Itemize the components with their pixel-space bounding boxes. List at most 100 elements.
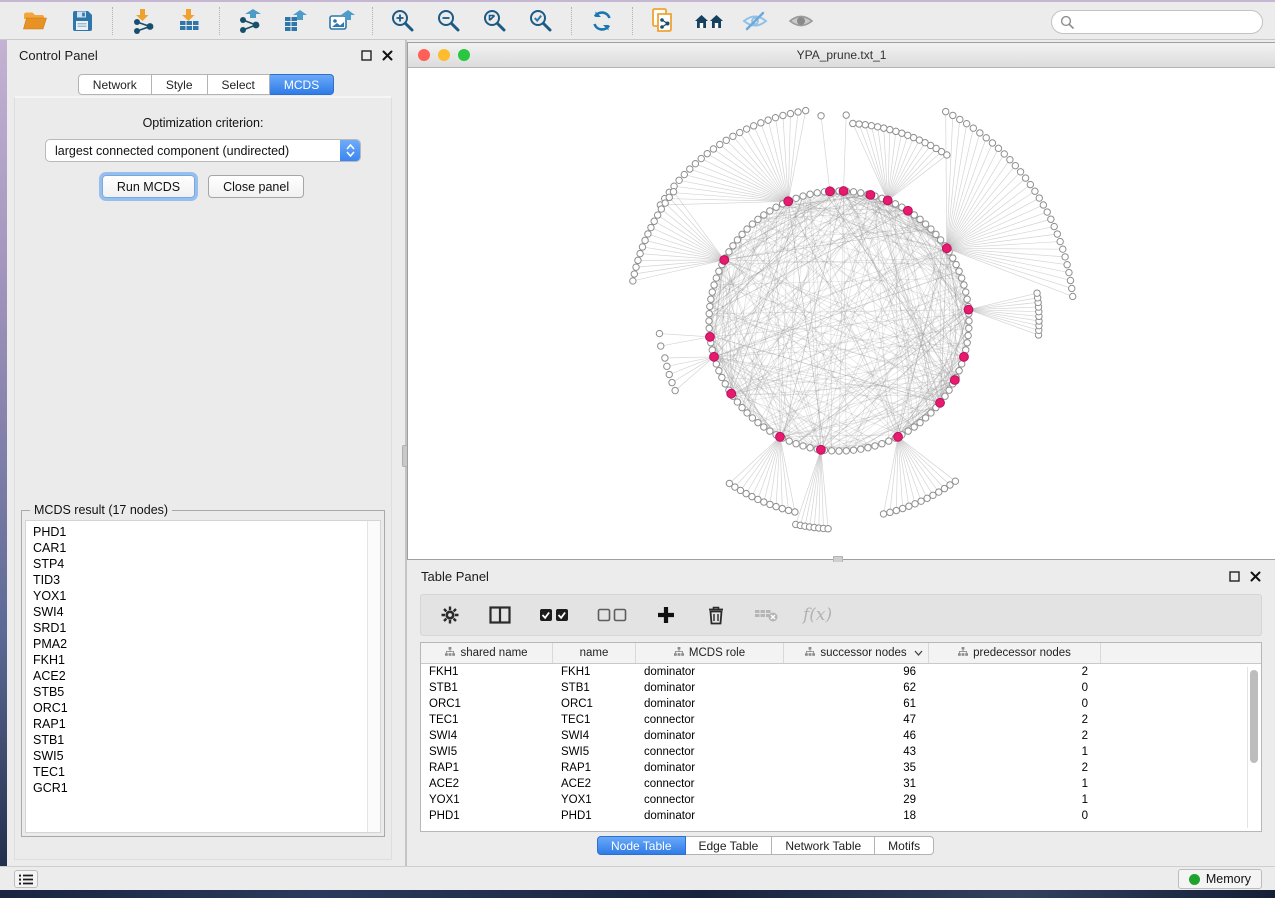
table-cell[interactable]: STB1: [553, 682, 636, 694]
table-cell[interactable]: TEC1: [421, 714, 553, 726]
tab-network-table[interactable]: Network Table: [772, 836, 875, 855]
table-row[interactable]: YOX1YOX1connector291: [421, 792, 1261, 808]
table-cell[interactable]: SWI5: [553, 746, 636, 758]
mcds-list-scrollbar[interactable]: [367, 521, 380, 832]
close-panel-icon[interactable]: [382, 50, 393, 61]
mcds-result-item[interactable]: ORC1: [26, 700, 380, 716]
column-header-MCDS-role[interactable]: MCDS role: [636, 643, 784, 663]
table-row[interactable]: ORC1ORC1dominator610: [421, 696, 1261, 712]
mcds-result-item[interactable]: CAR1: [26, 540, 380, 556]
mcds-result-item[interactable]: PHD1: [26, 524, 380, 540]
column-header-shared-name[interactable]: shared name: [421, 643, 553, 663]
import-network-icon[interactable]: [123, 5, 163, 37]
mcds-result-item[interactable]: TEC1: [26, 764, 380, 780]
run-mcds-button[interactable]: Run MCDS: [102, 175, 195, 198]
duplicate-network-icon[interactable]: [643, 5, 683, 37]
show-all-icon[interactable]: [781, 5, 821, 37]
column-header-predecessor-nodes[interactable]: predecessor nodes: [929, 643, 1101, 663]
table-cell[interactable]: RAP1: [553, 762, 636, 774]
mcds-result-list[interactable]: PHD1CAR1STP4TID3YOX1SWI4SRD1PMA2FKH1ACE2…: [25, 520, 381, 833]
network-canvas[interactable]: [408, 68, 1275, 559]
table-cell[interactable]: 0: [929, 682, 1101, 694]
select-all-checkboxes-icon[interactable]: [537, 602, 571, 628]
tab-select[interactable]: Select: [208, 74, 270, 95]
table-cell[interactable]: ORC1: [553, 698, 636, 710]
hide-selected-icon[interactable]: [735, 5, 775, 37]
mcds-result-item[interactable]: TID3: [26, 572, 380, 588]
table-cell[interactable]: 1: [929, 794, 1101, 806]
table-cell[interactable]: dominator: [636, 810, 784, 822]
table-cell[interactable]: SWI5: [421, 746, 553, 758]
table-row[interactable]: RAP1RAP1dominator352: [421, 760, 1261, 776]
zoom-in-icon[interactable]: [383, 5, 423, 37]
table-cell[interactable]: dominator: [636, 682, 784, 694]
table-cell[interactable]: FKH1: [553, 666, 636, 678]
table-cell[interactable]: 2: [929, 714, 1101, 726]
import-table-icon[interactable]: [169, 5, 209, 37]
table-cell[interactable]: 2: [929, 666, 1101, 678]
table-cell[interactable]: SWI4: [553, 730, 636, 742]
refresh-icon[interactable]: [582, 5, 622, 37]
search-field[interactable]: [1051, 10, 1263, 34]
table-cell[interactable]: 62: [784, 682, 929, 694]
tab-network[interactable]: Network: [78, 74, 152, 95]
close-table-panel-icon[interactable]: [1250, 571, 1261, 582]
table-cell[interactable]: 43: [784, 746, 929, 758]
float-window-icon[interactable]: [361, 50, 372, 61]
add-column-icon[interactable]: [653, 602, 679, 628]
column-layout-icon[interactable]: [487, 602, 513, 628]
table-cell[interactable]: YOX1: [421, 794, 553, 806]
mcds-result-item[interactable]: SWI4: [26, 604, 380, 620]
table-cell[interactable]: SWI4: [421, 730, 553, 742]
optimization-criterion-dropdown[interactable]: largest connected component (undirected): [45, 139, 361, 162]
table-cell[interactable]: 96: [784, 666, 929, 678]
search-input[interactable]: [1078, 15, 1262, 29]
table-cell[interactable]: RAP1: [421, 762, 553, 774]
table-cell[interactable]: TEC1: [553, 714, 636, 726]
table-cell[interactable]: connector: [636, 778, 784, 790]
network-window-titlebar[interactable]: YPA_prune.txt_1: [408, 43, 1275, 68]
mcds-result-item[interactable]: STP4: [26, 556, 380, 572]
table-cell[interactable]: connector: [636, 746, 784, 758]
table-cell[interactable]: dominator: [636, 762, 784, 774]
table-cell[interactable]: 35: [784, 762, 929, 774]
table-cell[interactable]: 47: [784, 714, 929, 726]
export-network-icon[interactable]: [230, 5, 270, 37]
export-image-icon[interactable]: [322, 5, 362, 37]
first-neighbors-icon[interactable]: [689, 5, 729, 37]
mcds-result-item[interactable]: STB1: [26, 732, 380, 748]
close-panel-button[interactable]: Close panel: [208, 175, 304, 198]
column-header-name[interactable]: name: [553, 643, 636, 663]
mcds-result-item[interactable]: RAP1: [26, 716, 380, 732]
table-cell[interactable]: 46: [784, 730, 929, 742]
table-cell[interactable]: connector: [636, 714, 784, 726]
table-cell[interactable]: PHD1: [553, 810, 636, 822]
tab-edge-table[interactable]: Edge Table: [686, 836, 773, 855]
table-row[interactable]: STB1STB1dominator620: [421, 680, 1261, 696]
table-row[interactable]: PHD1PHD1dominator180: [421, 808, 1261, 824]
table-row[interactable]: SWI4SWI4dominator462: [421, 728, 1261, 744]
table-cell[interactable]: dominator: [636, 666, 784, 678]
table-cell[interactable]: STB1: [421, 682, 553, 694]
table-cell[interactable]: 1: [929, 746, 1101, 758]
float-table-panel-icon[interactable]: [1229, 571, 1240, 582]
zoom-fit-icon[interactable]: [475, 5, 515, 37]
table-cell[interactable]: ACE2: [421, 778, 553, 790]
tab-mcds[interactable]: MCDS: [270, 74, 334, 95]
mcds-result-item[interactable]: YOX1: [26, 588, 380, 604]
export-table-icon[interactable]: [276, 5, 316, 37]
table-cell[interactable]: dominator: [636, 730, 784, 742]
table-cell[interactable]: PHD1: [421, 810, 553, 822]
mcds-result-item[interactable]: FKH1: [26, 652, 380, 668]
tab-style[interactable]: Style: [152, 74, 208, 95]
table-cell[interactable]: 1: [929, 778, 1101, 790]
delete-column-icon[interactable]: [703, 602, 729, 628]
table-cell[interactable]: FKH1: [421, 666, 553, 678]
zoom-out-icon[interactable]: [429, 5, 469, 37]
table-cell[interactable]: 0: [929, 810, 1101, 822]
mcds-result-item[interactable]: GCR1: [26, 780, 380, 796]
open-file-icon[interactable]: [16, 5, 56, 37]
table-cell[interactable]: 2: [929, 730, 1101, 742]
table-cell[interactable]: 18: [784, 810, 929, 822]
mcds-result-item[interactable]: PMA2: [26, 636, 380, 652]
